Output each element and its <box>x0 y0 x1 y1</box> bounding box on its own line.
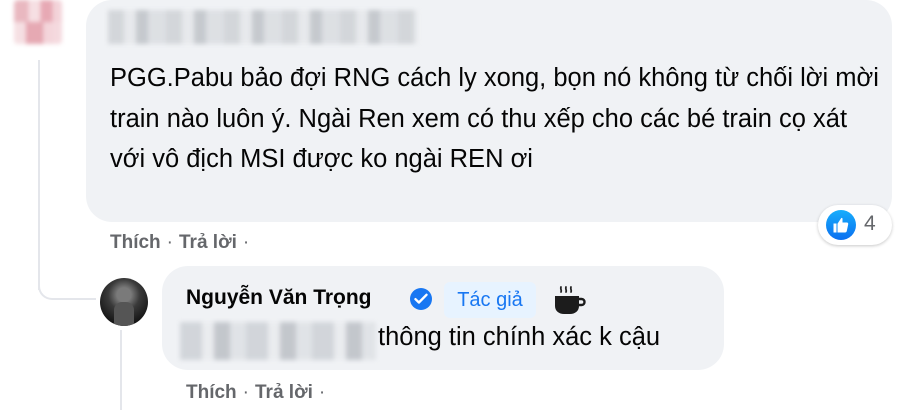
action-separator: · <box>242 382 249 403</box>
commenter-name-blurred[interactable] <box>108 10 418 44</box>
author-badge: Tác giả <box>444 282 536 318</box>
author-avatar[interactable] <box>100 278 148 326</box>
coffee-icon <box>550 284 586 318</box>
like-icon <box>826 210 856 240</box>
comment-actions: Thích · Trả lời · <box>110 232 255 254</box>
comment-thread: PGG.Pabu bảo đợi RNG cách ly xong, bọn n… <box>0 0 924 410</box>
reply-thread-connector-line <box>120 330 122 410</box>
reply-link[interactable]: Trả lời <box>255 382 313 404</box>
commenter-avatar-blurred[interactable] <box>14 0 62 44</box>
comment-text: PGG.Pabu bảo đợi RNG cách ly xong, bọn n… <box>110 64 879 173</box>
reaction-count: 4 <box>864 212 876 235</box>
thread-connector-elbow <box>38 250 96 300</box>
action-separator: · <box>318 382 326 403</box>
author-name[interactable]: Nguyễn Văn Trọng <box>186 286 372 310</box>
action-separator: · <box>242 232 250 253</box>
reply-link[interactable]: Trả lời <box>179 232 237 254</box>
like-link[interactable]: Thích <box>110 232 161 254</box>
verified-icon <box>410 288 432 310</box>
action-separator: · <box>166 232 173 253</box>
like-link[interactable]: Thích <box>186 382 237 404</box>
reaction-summary[interactable]: 4 <box>818 205 892 245</box>
mentioned-name-blurred[interactable] <box>180 322 376 360</box>
reply-text: thông tin chính xác k cậu <box>378 323 661 351</box>
reply-actions: Thích · Trả lời · <box>186 382 331 404</box>
